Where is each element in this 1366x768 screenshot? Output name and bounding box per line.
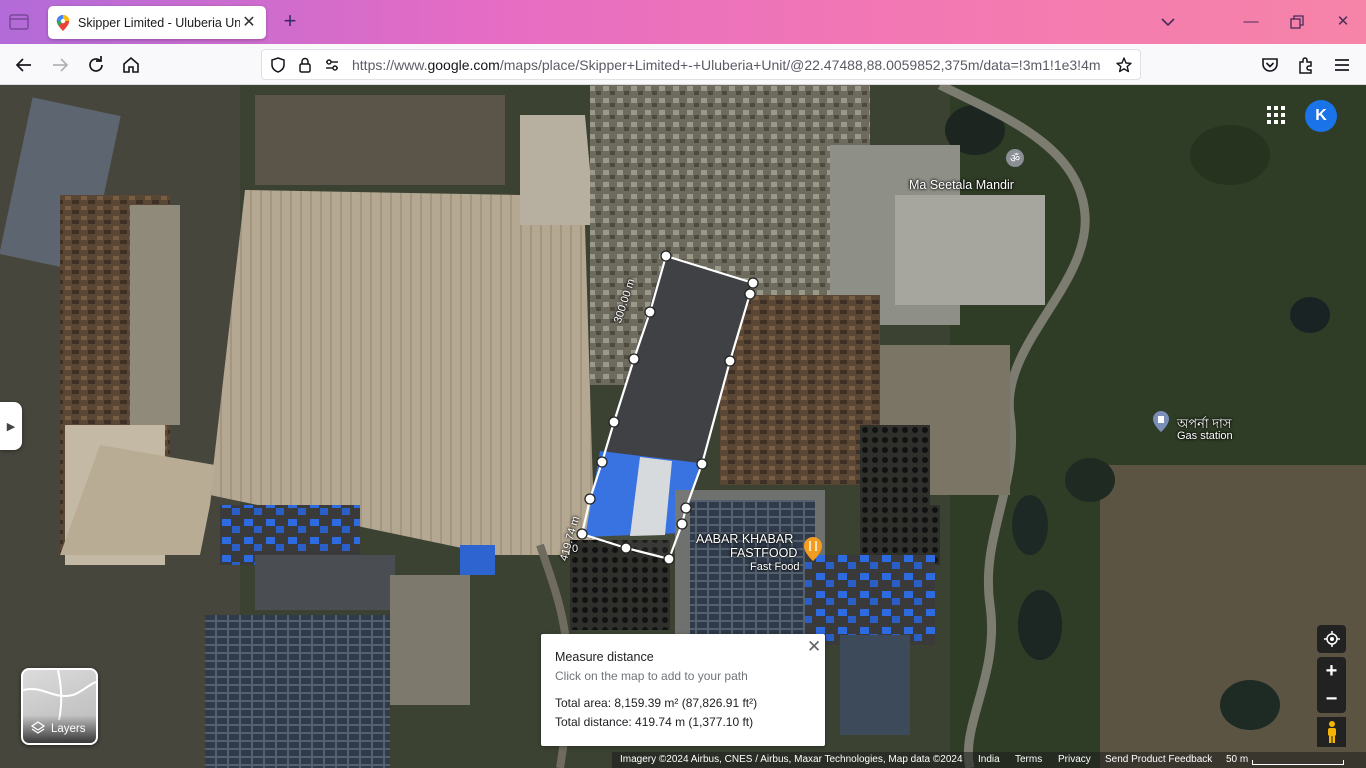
zero-label: 0 xyxy=(572,543,579,555)
tab-title: Skipper Limited - Uluberia Unit xyxy=(78,15,240,30)
zoom-out-button[interactable]: − xyxy=(1317,685,1346,713)
total-distance-text: Total distance: 419.74 m (1,377.10 ft) xyxy=(555,715,754,729)
tab-list-icon[interactable] xyxy=(8,12,30,32)
extensions-icon[interactable] xyxy=(1294,53,1318,77)
layers-map-thumbnail xyxy=(23,670,96,720)
pocket-icon[interactable] xyxy=(1258,53,1282,77)
google-maps-favicon-icon xyxy=(56,14,70,31)
restaurant-type-label: Fast Food xyxy=(750,561,800,573)
layers-button[interactable]: Layers xyxy=(21,668,98,745)
layers-icon xyxy=(31,721,45,734)
back-arrow-icon[interactable] xyxy=(12,53,36,77)
privacy-link[interactable]: Privacy xyxy=(1058,754,1091,765)
attribution-bar: Imagery ©2024 Airbus, CNES / Airbus, Max… xyxy=(0,752,1366,768)
forward-arrow-icon[interactable] xyxy=(48,53,72,77)
app-menu-icon[interactable] xyxy=(1330,53,1354,77)
list-all-tabs-icon[interactable] xyxy=(1158,12,1178,32)
svg-text:ॐ: ॐ xyxy=(1010,152,1020,165)
temple-pin-icon[interactable]: ॐ xyxy=(1006,149,1024,167)
browser-tab-bar: Skipper Limited - Uluberia Unit ✕ + — ✕ xyxy=(0,0,1366,44)
bookmark-star-icon[interactable] xyxy=(1115,56,1133,74)
terms-link[interactable]: Terms xyxy=(1015,754,1042,765)
scale-label[interactable]: 50 m xyxy=(1226,754,1248,765)
address-bar[interactable]: https://www.google.com/maps/place/Skippe… xyxy=(261,49,1141,80)
feedback-link[interactable]: Send Product Feedback xyxy=(1105,754,1212,765)
close-window-button[interactable]: ✕ xyxy=(1333,12,1353,32)
temple-label[interactable]: Ma Seetala Mandir xyxy=(909,178,1014,192)
browser-tab-active[interactable]: Skipper Limited - Uluberia Unit ✕ xyxy=(48,6,266,39)
google-apps-icon[interactable] xyxy=(1266,105,1286,125)
crosshair-icon xyxy=(1323,631,1340,647)
account-avatar[interactable]: K xyxy=(1305,100,1337,132)
country-link[interactable]: India xyxy=(978,754,1000,765)
restaurant-name-line1[interactable]: AABAR KHABAR xyxy=(696,532,793,546)
measure-card-subtitle: Click on the map to add to your path xyxy=(555,669,748,683)
site-permissions-icon[interactable] xyxy=(323,56,341,74)
expand-side-panel-button[interactable]: ▶ xyxy=(0,402,22,450)
reload-icon[interactable] xyxy=(84,53,108,77)
url-text[interactable]: https://www.google.com/maps/place/Skippe… xyxy=(352,57,1108,73)
close-measure-icon[interactable]: ✕ xyxy=(807,637,821,657)
lock-icon[interactable] xyxy=(296,56,314,74)
zoom-in-button[interactable]: + xyxy=(1317,657,1346,685)
street-view-pegman-button[interactable] xyxy=(1317,717,1346,747)
satellite-map[interactable]: ॐ 300.00 m 419.74 m 0 Ma Seetala Mandir … xyxy=(0,85,1366,768)
measure-distance-card: Measure distance Click on the map to add… xyxy=(541,634,825,746)
pegman-icon xyxy=(1327,721,1336,743)
restaurant-name-line2[interactable]: FASTFOOD xyxy=(730,546,797,560)
minimize-window-button[interactable]: — xyxy=(1241,12,1261,32)
measure-card-title: Measure distance xyxy=(555,650,654,664)
scale-bar xyxy=(1252,760,1344,765)
browser-nav-bar: https://www.google.com/maps/place/Skippe… xyxy=(0,44,1366,85)
tracking-protection-shield-icon[interactable] xyxy=(269,56,287,74)
restore-window-button[interactable] xyxy=(1287,12,1307,32)
my-location-button[interactable] xyxy=(1317,625,1346,653)
new-tab-button[interactable]: + xyxy=(278,10,302,34)
layers-label: Layers xyxy=(51,723,86,735)
total-area-text: Total area: 8,159.39 m² (87,826.91 ft²) xyxy=(555,696,758,710)
tab-close-icon[interactable]: ✕ xyxy=(240,14,258,32)
imagery-attribution: Imagery ©2024 Airbus, CNES / Airbus, Max… xyxy=(620,754,963,765)
home-icon[interactable] xyxy=(119,53,143,77)
gas-station-type-label: Gas station xyxy=(1177,430,1233,442)
